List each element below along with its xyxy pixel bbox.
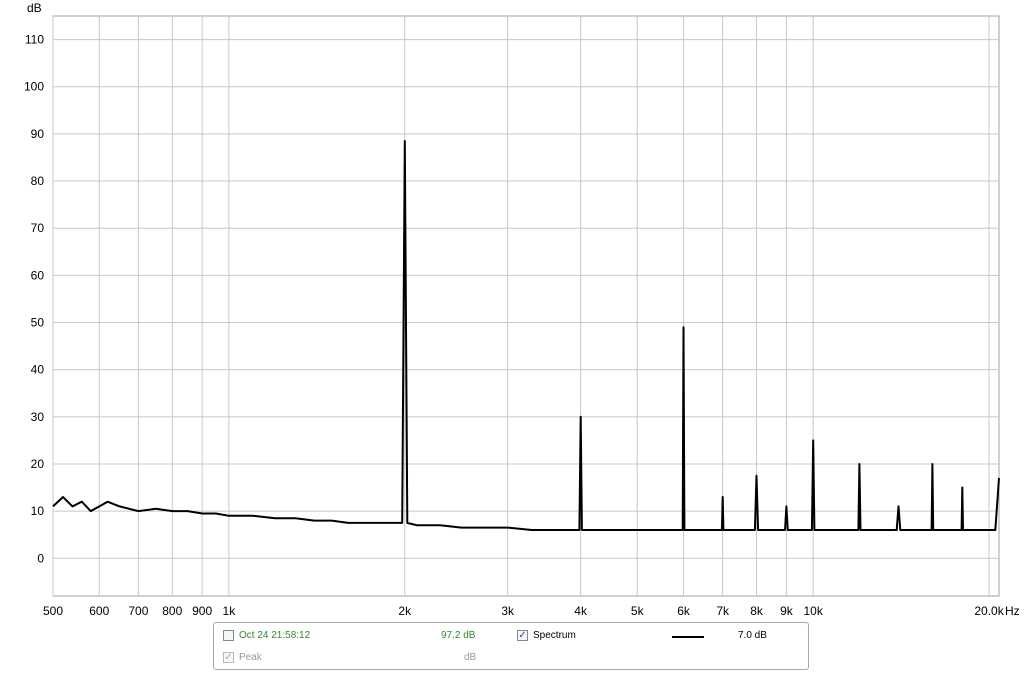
y-tick-label: 110	[25, 33, 44, 47]
x-tick-label: 500	[43, 604, 63, 618]
x-tick-label: 4k	[574, 604, 588, 618]
x-tick-label: 10k	[803, 604, 823, 618]
y-tick-label: 0	[37, 551, 44, 565]
x-tick-labels: 500 600 700 800 900 1k 2k 3k 4k 5k 6k 7k 8k 9k 10k 20.0…	[43, 604, 1005, 618]
x-tick-label: 5k	[631, 604, 645, 618]
peak-value: dB	[464, 652, 477, 663]
y-tick-label: 40	[31, 363, 45, 377]
x-axis-unit: Hz	[1005, 604, 1020, 618]
y-tick-label: 70	[31, 221, 45, 235]
x-tick-label: 1k	[223, 604, 237, 618]
peak-checkbox[interactable]: ✓	[223, 652, 234, 663]
y-tick-label: 80	[31, 174, 45, 188]
x-tick-label: 20.0k	[974, 604, 1004, 618]
plot-area	[52, 15, 1000, 597]
y-tick-label: 20	[31, 457, 45, 471]
x-tick-label: 600	[89, 604, 109, 618]
entry1-checkbox[interactable]	[223, 630, 234, 641]
spectrum-chart: 0 10 20 30 40 50 60 70 80 90 100 110 500 600 700 800 90…	[24, 1, 1020, 618]
x-tick-label: 2k	[398, 604, 412, 618]
spectrum-checkbox[interactable]: ✓	[517, 630, 528, 641]
spectrum-value: 7.0 dB	[738, 630, 767, 641]
y-tick-label: 100	[24, 80, 44, 94]
spectrum-label: Spectrum	[533, 630, 576, 641]
y-tick-label: 30	[31, 410, 45, 424]
x-tick-label: 800	[162, 604, 182, 618]
x-tick-label: 6k	[677, 604, 691, 618]
y-axis-label: dB	[27, 1, 42, 15]
y-tick-label: 90	[31, 127, 45, 141]
x-tick-label: 7k	[716, 604, 730, 618]
x-tick-label: 8k	[750, 604, 764, 618]
peak-label: Peak	[239, 652, 262, 663]
y-tick-labels: 0 10 20 30 40 50 60 70 80 90 100 110	[24, 33, 44, 566]
y-tick-label: 10	[31, 504, 45, 518]
x-tick-label: 900	[192, 604, 212, 618]
x-tick-label: 700	[128, 604, 148, 618]
y-tick-label: 50	[31, 316, 45, 330]
spectrum-line-swatch	[672, 636, 704, 638]
x-tick-label: 9k	[780, 604, 794, 618]
legend: Oct 24 21:58:12 97.2 dB ✓ Spectrum 7.0 d…	[213, 622, 809, 670]
entry1-value: 97.2 dB	[441, 630, 476, 641]
x-tick-label: 3k	[501, 604, 515, 618]
entry1-label: Oct 24 21:58:12	[239, 630, 311, 641]
y-tick-label: 60	[31, 268, 45, 282]
